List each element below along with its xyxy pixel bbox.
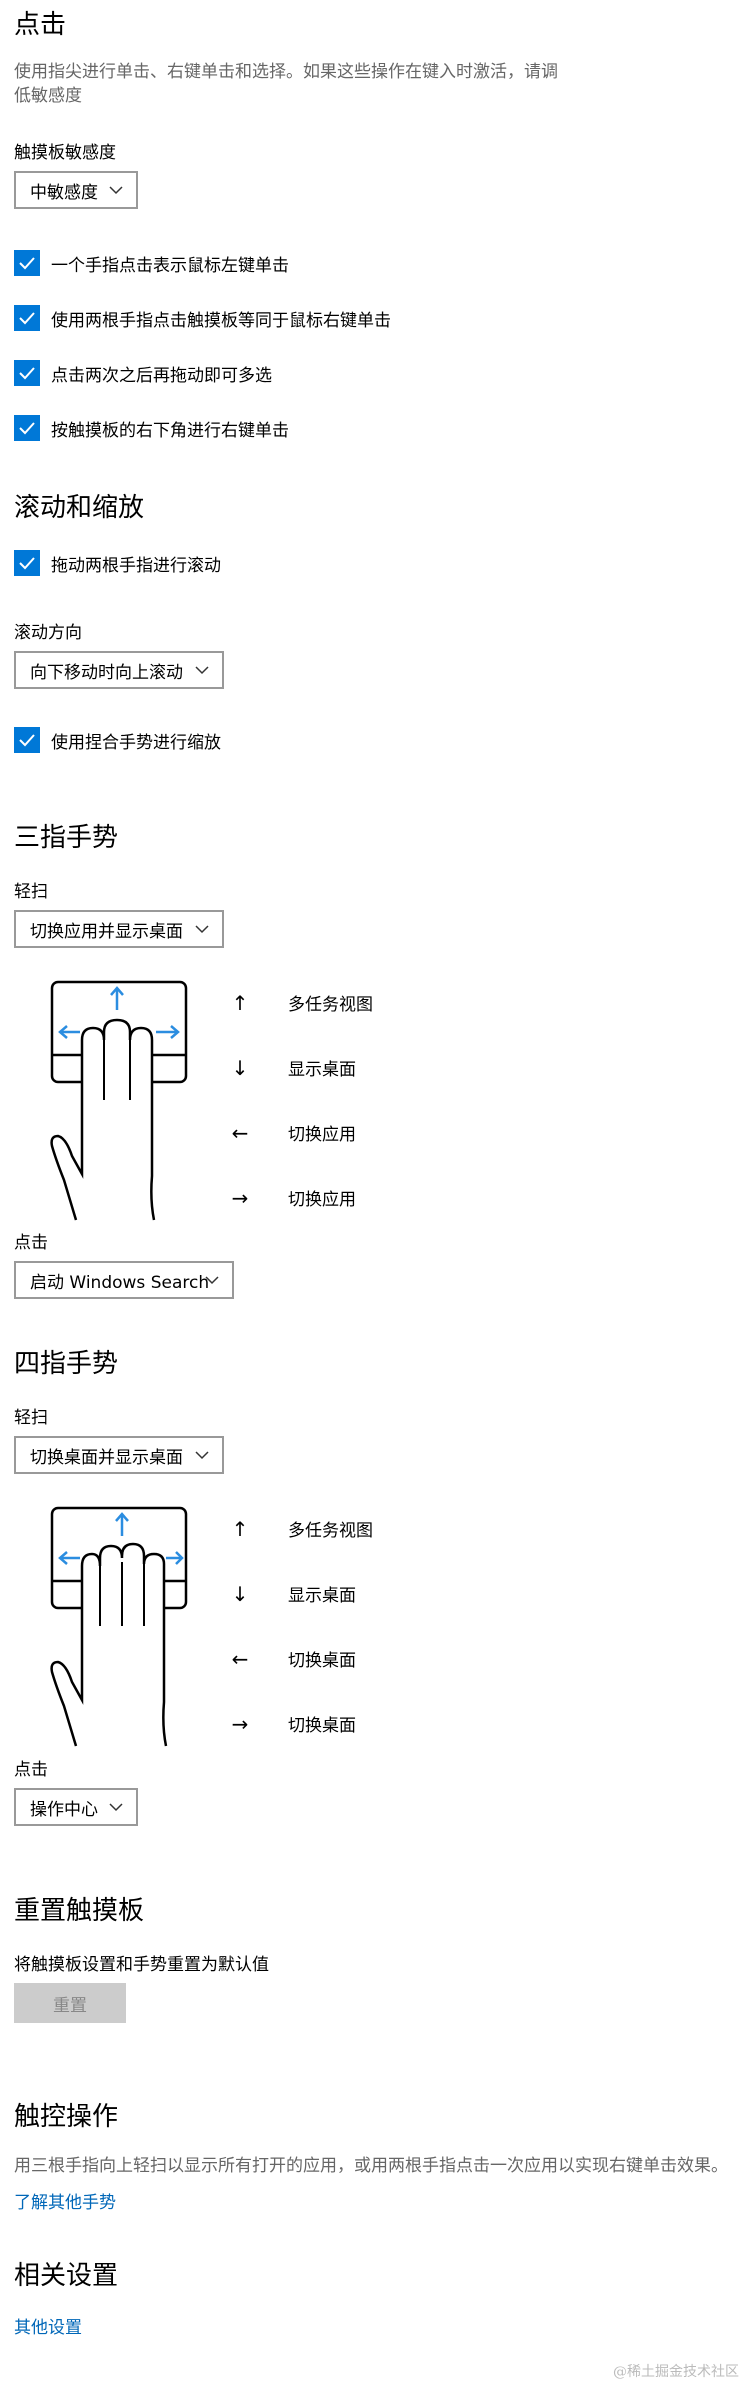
checkbox-checked-icon bbox=[14, 550, 40, 576]
chevron-down-icon bbox=[109, 186, 123, 195]
scroll-direction-value: 向下移动时向上滚动 bbox=[30, 662, 183, 683]
checkbox-checked-icon bbox=[14, 360, 40, 386]
touch-actions-description: 用三根手指向上轻扫以显示所有打开的应用，或用两根手指点击一次应用以实现右键单击效… bbox=[14, 2156, 728, 2176]
four-finger-gesture-left: ← 切换桌面 bbox=[230, 1646, 356, 1672]
section-title-reset: 重置触摸板 bbox=[14, 1896, 145, 1926]
arrow-left-icon: ← bbox=[231, 1120, 249, 1145]
three-finger-tap-label: 点击 bbox=[14, 1233, 48, 1253]
sensitivity-dropdown[interactable]: 中敏感度 bbox=[14, 171, 138, 209]
arrow-up-icon: ↑ bbox=[231, 1516, 249, 1541]
watermark: @稀土掘金技术社区 bbox=[613, 2364, 739, 2380]
checkbox-two-finger-right-click[interactable]: 使用两根手指点击触摸板等同于鼠标右键单击 bbox=[14, 304, 391, 332]
four-finger-tap-label: 点击 bbox=[14, 1760, 48, 1780]
gesture-action: 切换桌面 bbox=[288, 1651, 356, 1671]
scroll-direction-label: 滚动方向 bbox=[14, 623, 82, 643]
chevron-down-icon bbox=[195, 666, 209, 675]
three-finger-tap-value: 启动 Windows Search bbox=[30, 1272, 210, 1293]
learn-more-gestures-link[interactable]: 了解其他手势 bbox=[14, 2188, 116, 2213]
gesture-action: 多任务视图 bbox=[288, 1521, 373, 1541]
four-finger-tap-value: 操作中心 bbox=[30, 1799, 98, 1820]
three-finger-gesture-down: ↓ 显示桌面 bbox=[230, 1055, 356, 1081]
checkbox-label: 使用捏合手势进行缩放 bbox=[51, 732, 221, 753]
four-finger-swipe-label: 轻扫 bbox=[14, 1408, 48, 1428]
checkbox-checked-icon bbox=[14, 305, 40, 331]
reset-button[interactable]: 重置 bbox=[14, 1983, 126, 2023]
chevron-down-icon bbox=[205, 1276, 219, 1285]
chevron-down-icon bbox=[109, 1803, 123, 1812]
reset-description: 将触摸板设置和手势重置为默认值 bbox=[14, 1955, 269, 1975]
checkbox-bottom-right-corner[interactable]: 按触摸板的右下角进行右键单击 bbox=[14, 414, 289, 442]
four-finger-swipe-value: 切换桌面并显示桌面 bbox=[30, 1447, 183, 1468]
checkbox-label: 拖动两根手指进行滚动 bbox=[51, 555, 221, 576]
section-title-tap: 点击 bbox=[14, 10, 67, 40]
sensitivity-value: 中敏感度 bbox=[30, 182, 98, 203]
checkbox-label: 按触摸板的右下角进行右键单击 bbox=[51, 420, 289, 441]
sensitivity-label: 触摸板敏感度 bbox=[14, 143, 116, 163]
arrow-down-icon: ↓ bbox=[231, 1055, 249, 1080]
checkbox-two-finger-scroll[interactable]: 拖动两根手指进行滚动 bbox=[14, 549, 221, 577]
gesture-action: 多任务视图 bbox=[288, 995, 373, 1015]
tap-description: 使用指尖进行单击、右键单击和选择。如果这些操作在键入时激活，请调 低敏感度 bbox=[14, 62, 558, 106]
three-finger-swipe-dropdown[interactable]: 切换应用并显示桌面 bbox=[14, 910, 224, 948]
checkbox-checked-icon bbox=[14, 415, 40, 441]
three-finger-gesture-illustration bbox=[50, 980, 188, 1221]
section-title-touch-actions: 触控操作 bbox=[14, 2102, 119, 2132]
gesture-action: 显示桌面 bbox=[288, 1060, 356, 1080]
checkbox-checked-icon bbox=[14, 250, 40, 276]
four-finger-swipe-dropdown[interactable]: 切换桌面并显示桌面 bbox=[14, 1436, 224, 1474]
gesture-action: 切换桌面 bbox=[288, 1716, 356, 1736]
three-finger-swipe-label: 轻扫 bbox=[14, 882, 48, 902]
arrow-right-icon: → bbox=[231, 1711, 249, 1736]
checkbox-label: 一个手指点击表示鼠标左键单击 bbox=[51, 255, 289, 276]
four-finger-gesture-illustration bbox=[50, 1506, 188, 1747]
section-title-four-finger: 四指手势 bbox=[14, 1349, 119, 1379]
checkbox-double-tap-drag[interactable]: 点击两次之后再拖动即可多选 bbox=[14, 359, 272, 387]
checkbox-pinch-zoom[interactable]: 使用捏合手势进行缩放 bbox=[14, 726, 221, 754]
checkbox-checked-icon bbox=[14, 727, 40, 753]
four-finger-gesture-down: ↓ 显示桌面 bbox=[230, 1581, 356, 1607]
checkbox-label: 点击两次之后再拖动即可多选 bbox=[51, 365, 272, 386]
checkbox-label: 使用两根手指点击触摸板等同于鼠标右键单击 bbox=[51, 310, 391, 331]
three-finger-gesture-left: ← 切换应用 bbox=[230, 1120, 356, 1146]
three-finger-tap-dropdown[interactable]: 启动 Windows Search bbox=[14, 1261, 234, 1299]
arrow-up-icon: ↑ bbox=[231, 990, 249, 1015]
scroll-direction-dropdown[interactable]: 向下移动时向上滚动 bbox=[14, 651, 224, 689]
gesture-action: 显示桌面 bbox=[288, 1586, 356, 1606]
arrow-right-icon: → bbox=[231, 1185, 249, 1210]
three-finger-gesture-up: ↑ 多任务视图 bbox=[230, 990, 373, 1016]
other-settings-link[interactable]: 其他设置 bbox=[14, 2313, 82, 2338]
section-title-scroll-zoom: 滚动和缩放 bbox=[14, 493, 145, 523]
checkbox-one-finger-tap[interactable]: 一个手指点击表示鼠标左键单击 bbox=[14, 249, 289, 277]
three-finger-swipe-value: 切换应用并显示桌面 bbox=[30, 921, 183, 942]
four-finger-gesture-right: → 切换桌面 bbox=[230, 1711, 356, 1737]
arrow-down-icon: ↓ bbox=[231, 1581, 249, 1606]
gesture-action: 切换应用 bbox=[288, 1190, 356, 1210]
four-finger-gesture-up: ↑ 多任务视图 bbox=[230, 1516, 373, 1542]
four-finger-tap-dropdown[interactable]: 操作中心 bbox=[14, 1788, 138, 1826]
section-title-related: 相关设置 bbox=[14, 2261, 119, 2291]
three-finger-gesture-right: → 切换应用 bbox=[230, 1185, 356, 1211]
gesture-action: 切换应用 bbox=[288, 1125, 356, 1145]
chevron-down-icon bbox=[195, 925, 209, 934]
section-title-three-finger: 三指手势 bbox=[14, 823, 119, 853]
chevron-down-icon bbox=[195, 1451, 209, 1460]
arrow-left-icon: ← bbox=[231, 1646, 249, 1671]
